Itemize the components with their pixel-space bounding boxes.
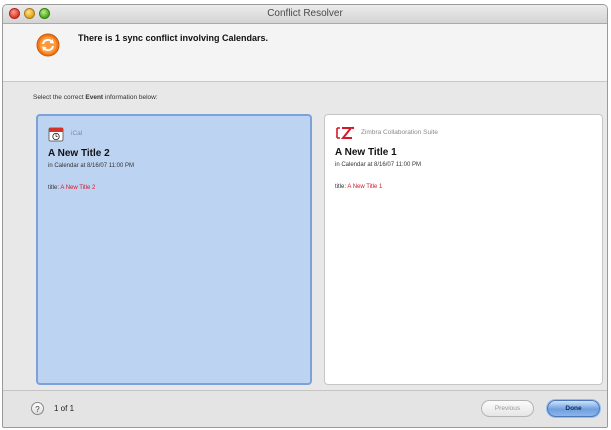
ical-calendar-icon — [48, 127, 64, 142]
done-button[interactable]: Done — [547, 400, 600, 417]
conflict-resolver-window: Conflict Resolver There is 1 sync confli… — [2, 4, 608, 428]
source-name: iCal — [71, 130, 83, 137]
sync-icon — [36, 33, 60, 57]
event-title-field: title: A New Title 2 — [48, 185, 96, 191]
window-title: Conflict Resolver — [267, 8, 343, 19]
event-title-field: title: A New Title 1 — [335, 184, 383, 190]
page-indicator: 1 of 1 — [54, 404, 75, 413]
source-name: Zimbra Collaboration Suite — [361, 129, 438, 136]
zimbra-event-option[interactable]: Zimbra Collaboration Suite A New Title 1… — [324, 114, 603, 385]
selection-prompt: Select the correct Event information bel… — [33, 94, 158, 101]
event-details: in Calendar at 8/16/07 11:00 PM — [335, 162, 421, 168]
event-title: A New Title 2 — [48, 148, 110, 159]
zimbra-logo-icon — [336, 126, 355, 139]
previous-button[interactable]: Previous — [481, 400, 534, 417]
help-button[interactable]: ? — [31, 402, 44, 415]
conflict-message: There is 1 sync conflict involving Calen… — [78, 33, 269, 43]
ical-event-option[interactable]: iCal A New Title 2 in Calendar at 8/16/0… — [36, 114, 312, 385]
title-bar[interactable]: Conflict Resolver — [3, 5, 607, 24]
event-title: A New Title 1 — [335, 147, 397, 158]
footer-bar: ? 1 of 1 Previous Done — [3, 390, 607, 427]
event-details: in Calendar at 8/16/07 11:00 PM — [48, 163, 134, 169]
